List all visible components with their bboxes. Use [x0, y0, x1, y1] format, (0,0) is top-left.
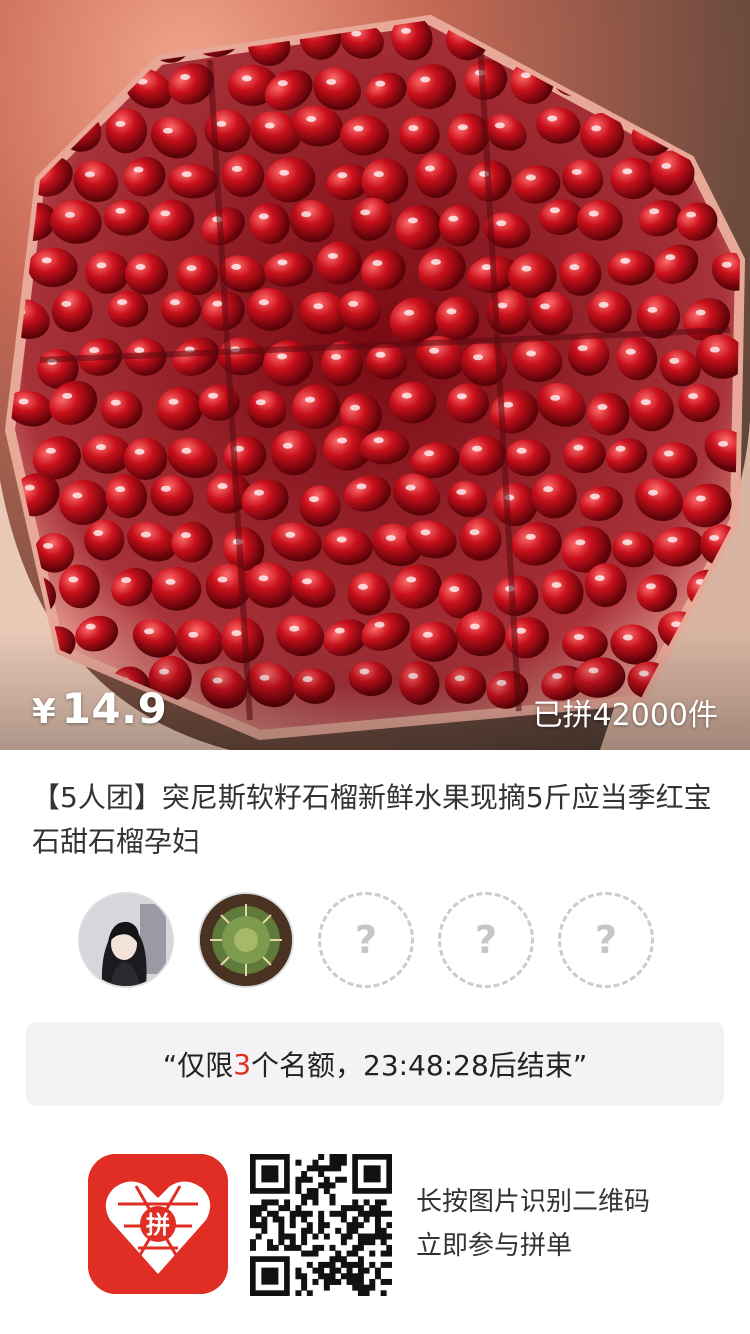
user-avatar-cactus-icon — [200, 894, 292, 986]
user-avatar-girl-icon — [80, 894, 172, 986]
price-amount: 14.9 — [61, 684, 168, 733]
product-title: 【5人团】突尼斯软籽石榴新鲜水果现摘5斤应当季红宝石甜石榴孕妇 — [32, 781, 712, 858]
empty-member-slot: ? — [438, 892, 534, 988]
product-image: ¥ 14.9 已拼42000件 — [0, 0, 750, 750]
member-avatar — [198, 892, 294, 988]
logo-glyph: 拼 — [146, 1211, 170, 1239]
quota-prefix: “仅限 — [162, 1049, 234, 1082]
quota-suffix: 个名额，23:48:28后结束” — [251, 1049, 588, 1082]
empty-member-slot: ? — [318, 892, 414, 988]
member-avatar — [78, 892, 174, 988]
qr-hint: 长按图片识别二维码 立即参与拼单 — [416, 1180, 650, 1268]
quota-banner: “仅限 3 个名额，23:48:28后结束” — [26, 1022, 724, 1106]
price: ¥ 14.9 — [32, 684, 167, 733]
question-mark-icon: ? — [354, 918, 378, 962]
app-logo: 拼 — [88, 1154, 228, 1294]
group-members: ? ? ? — [78, 892, 678, 992]
share-poster: ¥ 14.9 已拼42000件 【5人团】突尼斯软籽石榴新鲜水果现摘5斤应当季红… — [0, 0, 750, 1334]
qr-code[interactable] — [250, 1154, 393, 1297]
qr-code-icon — [250, 1154, 393, 1297]
question-mark-icon: ? — [594, 918, 618, 962]
sold-count: 已拼42000件 — [532, 698, 718, 733]
quota-count: 3 — [233, 1047, 252, 1081]
qr-hint-line2: 立即参与拼单 — [416, 1231, 573, 1261]
pinduoduo-logo-icon: 拼 — [88, 1154, 228, 1294]
question-mark-icon: ? — [474, 918, 498, 962]
empty-member-slot: ? — [558, 892, 654, 988]
qr-hint-line1: 长按图片识别二维码 — [416, 1187, 651, 1217]
currency-symbol: ¥ — [32, 692, 56, 732]
